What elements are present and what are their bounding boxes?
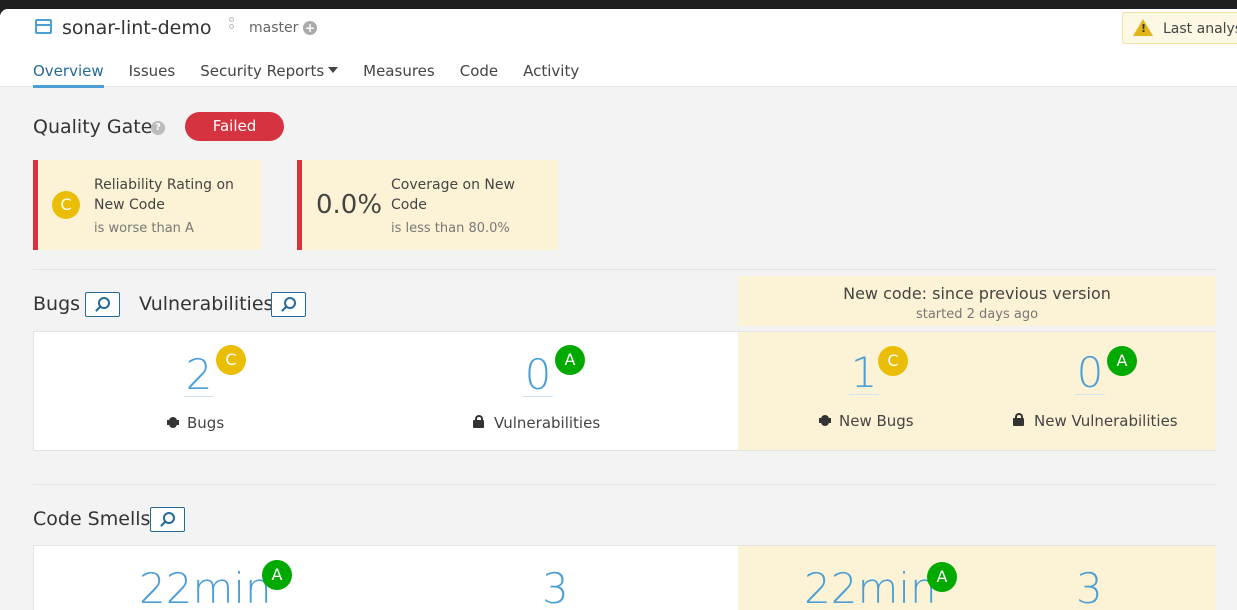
bugs-label: Bugs [167,414,224,432]
new-code-period-title: New code: since previous version [843,284,1111,303]
caret-down-icon [328,66,339,73]
page: sonar-lint-demo master + Last analysis O… [0,9,1237,610]
new-vulnerabilities-label: New Vulnerabilities [1013,412,1178,430]
new-debt-value[interactable]: 22min [804,564,937,610]
quality-gate-status-badge: Failed [185,112,284,141]
bugs-label-text: Bugs [187,414,225,432]
new-vulnerabilities-count-value: 0 [1076,348,1104,397]
vulnerabilities-drilldown-button[interactable] [271,292,306,317]
help-icon[interactable]: ? [151,121,165,135]
warning-text: Last analysis [1163,21,1237,37]
bug-icon [819,413,831,427]
condition-coverage[interactable]: 0.0% Coverage on New Code is less than 8… [297,160,558,250]
tab-security-reports[interactable]: Security Reports [200,62,339,87]
new-bugs-label-text: New Bugs [839,412,914,430]
bugs-count[interactable]: 2 [184,350,214,399]
condition-label: Coverage on New Code [391,177,515,213]
code-smells-drilldown-button[interactable] [150,507,185,532]
new-bugs-rating[interactable]: C [878,346,908,376]
new-maintainability-rating[interactable]: A [927,562,957,592]
new-code-period: New code: since previous version started… [738,276,1216,326]
new-vulnerabilities-rating[interactable]: A [1107,346,1137,376]
lock-icon [473,415,484,428]
condition-reliability[interactable]: C Reliability Rating on New Code is wors… [33,160,261,250]
bugs-count-value: 2 [185,350,213,399]
warning-icon [1133,19,1153,36]
project-icon [35,19,52,34]
tab-code[interactable]: Code [460,62,498,87]
bugs-section-title: Bugs [33,293,81,315]
maintainability-rating[interactable]: A [262,560,292,590]
code-smells-panel: 22min A 3 22min A 3 [33,545,1216,610]
vulnerabilities-count[interactable]: 0 [523,350,553,399]
plus-icon[interactable]: + [303,21,317,35]
new-bugs-label: New Bugs [819,412,914,430]
condition-value: 0.0% [316,190,383,220]
new-bugs-count[interactable]: 1 [849,348,879,397]
bugs-drilldown-button[interactable] [85,292,120,317]
tab-activity[interactable]: Activity [523,62,579,87]
project-header: sonar-lint-demo master + Last analysis O… [0,9,1237,88]
condition-detail: is less than 80.0% [391,221,510,236]
new-vulnerabilities-label-text: New Vulnerabilities [1034,412,1178,430]
lock-icon [1013,413,1024,426]
tab-measures[interactable]: Measures [363,62,435,87]
quality-gate-title: Quality Gate [33,116,153,138]
project-nav: Overview Issues Security Reports Measure… [33,62,604,88]
rating-badge: C [52,191,80,219]
new-code-period-started: started 2 days ago [915,307,1039,322]
new-code-smells-count[interactable]: 3 [1076,564,1103,610]
condition-detail: is worse than A [94,221,194,236]
window-top-strip [0,0,1237,9]
vulnerabilities-label-text: Vulnerabilities [494,414,601,432]
debt-value[interactable]: 22min [139,564,272,610]
branch-name[interactable]: master [249,20,298,36]
divider [33,484,1216,485]
tab-overview[interactable]: Overview [33,62,104,88]
bugs-vulnerabilities-panel: 2 C Bugs 0 A Vulnerabilities 1 C New Bug… [33,331,1216,451]
new-bugs-count-value: 1 [850,348,878,397]
tab-issues[interactable]: Issues [129,62,176,87]
condition-label: Reliability Rating on New Code [94,177,234,213]
vulnerabilities-label: Vulnerabilities [473,414,600,432]
code-smells-section-title: Code Smells [33,508,151,530]
vulnerabilities-count-value: 0 [524,350,552,399]
vulnerabilities-rating[interactable]: A [555,345,585,375]
vulnerabilities-section-title: Vulnerabilities [139,293,274,315]
tab-security-reports-label: Security Reports [200,62,325,80]
bug-icon [167,415,179,429]
project-name[interactable]: sonar-lint-demo [62,17,211,39]
new-code-panel [738,332,1216,450]
code-smells-count[interactable]: 3 [542,564,569,610]
last-analysis-warning[interactable]: Last analysis [1122,12,1237,44]
new-vulnerabilities-count[interactable]: 0 [1075,348,1105,397]
branch-icon [229,17,235,37]
divider [33,269,1216,270]
bugs-rating[interactable]: C [216,345,246,375]
